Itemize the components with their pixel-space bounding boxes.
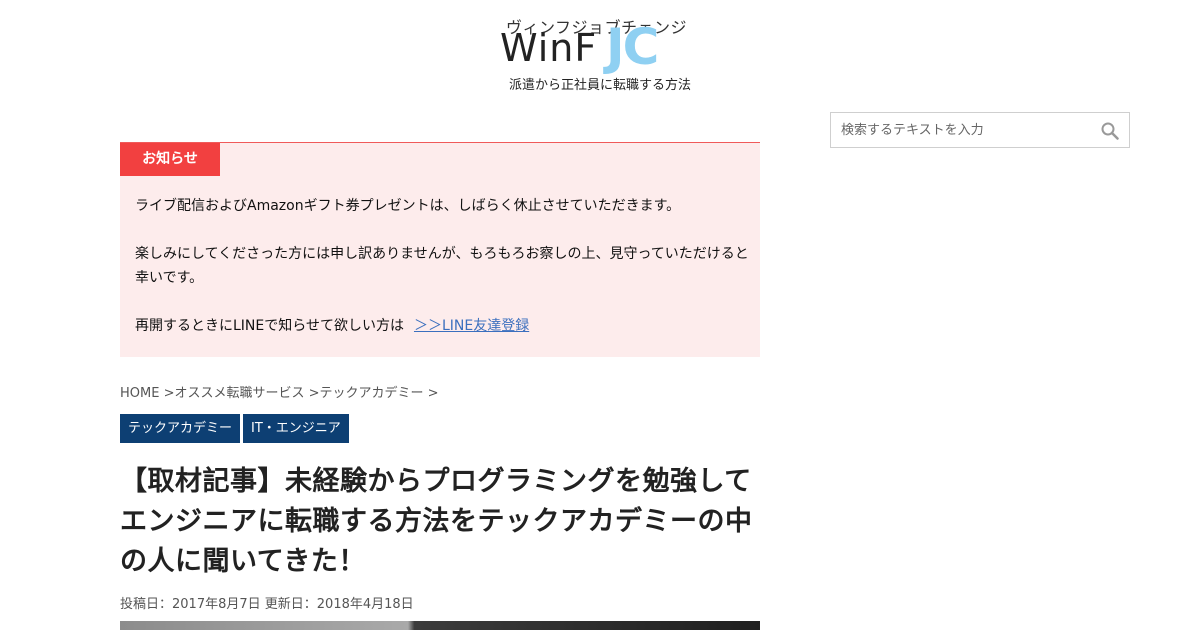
notice-line-3: 再開するときにLINEで知らせて欲しい方は ＞＞LINE友達登録 (135, 314, 529, 338)
search-input[interactable] (831, 113, 1091, 147)
article-dates: 投稿日：2017年8月7日 更新日：2018年4月18日 (120, 593, 414, 612)
breadcrumb-home[interactable]: HOME > (120, 386, 174, 401)
line-register-link[interactable]: ＞＞LINE友達登録 (414, 318, 529, 334)
category-tag-techacademy[interactable]: テックアカデミー (120, 414, 241, 443)
notice-line-3-text: 再開するときにLINEで知らせて欲しい方は (135, 318, 404, 334)
breadcrumb-recommended[interactable]: オススメ転職サービス > (174, 386, 319, 401)
category-tag-it-engineer[interactable]: IT・エンジニア (243, 414, 349, 443)
article-title: 【取材記事】未経験からプログラミングを勉強してエンジニアに転職する方法をテックア… (120, 466, 753, 577)
notice-label: お知らせ (120, 143, 220, 176)
notice-line-2: 楽しみにしてくださった方には申し訳ありませんが、もろもろお察しの上、見守っていた… (135, 246, 749, 286)
hero-image (120, 621, 760, 630)
notice-line-1: ライブ配信およびAmazonギフト券プレゼントは、しばらく休止させていただきます… (135, 198, 681, 214)
logo-jc: JC (606, 18, 659, 76)
breadcrumb-techacademy[interactable]: テックアカデミー > (320, 386, 439, 401)
search-box (830, 112, 1130, 148)
logo-win: WinF (500, 26, 598, 70)
updated-date: 更新日：2018年4月18日 (264, 597, 414, 612)
category-tags: テックアカデミー IT・エンジニア (120, 414, 352, 443)
search-icon[interactable] (1101, 122, 1119, 140)
site-tagline: 派遣から正社員に転職する方法 (508, 78, 691, 93)
site-logo[interactable]: JC WinF (500, 18, 700, 76)
site-header: ヴィンフジョブチェンジ JC WinF 派遣から正社員に転職する方法 (0, 0, 1200, 100)
breadcrumb: HOME >オススメ転職サービス >テックアカデミー > (120, 382, 439, 401)
posted-date: 投稿日：2017年8月7日 (120, 597, 261, 612)
notice-box: お知らせ ライブ配信およびAmazonギフト券プレゼントは、しばらく休止させてい… (120, 142, 760, 357)
